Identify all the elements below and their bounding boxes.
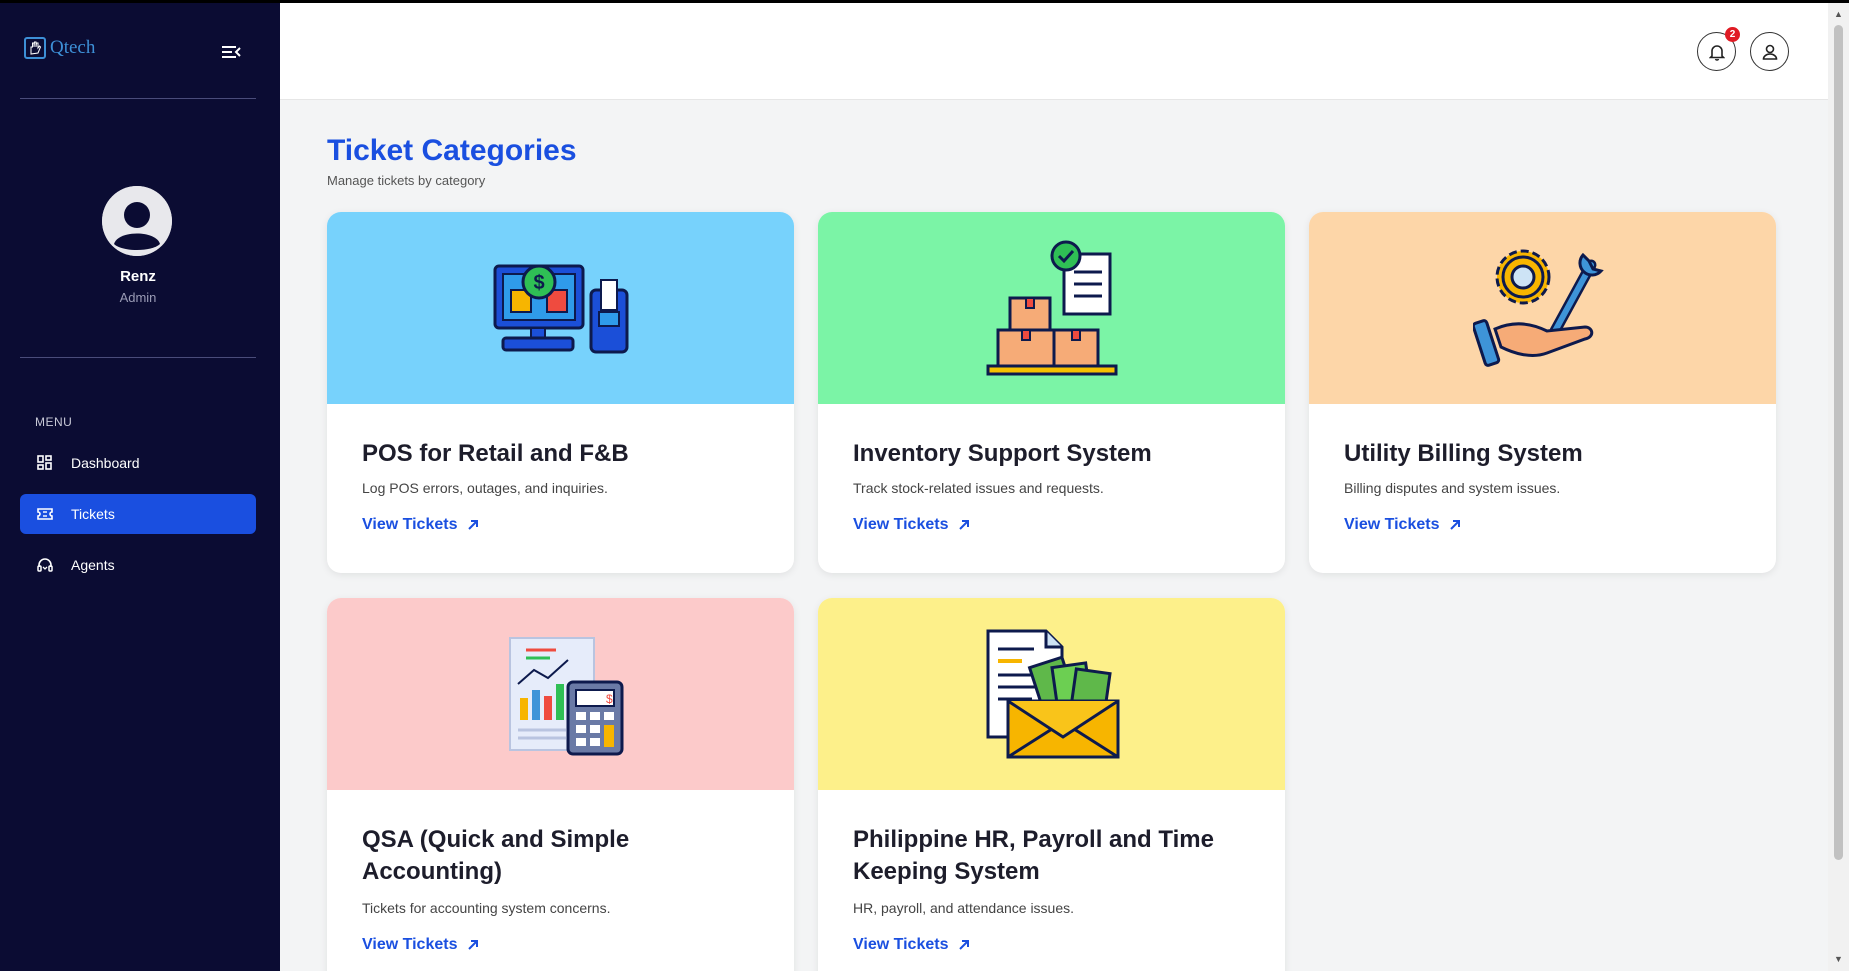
payroll-envelope-icon <box>986 629 1119 758</box>
category-card-inventory[interactable]: Inventory Support System Track stock-rel… <box>818 212 1285 573</box>
view-tickets-link[interactable]: View Tickets <box>853 936 970 954</box>
category-card-qsa[interactable]: $ QSA (Quick and Simple Accounting) Tick… <box>327 598 794 971</box>
arrow-up-right-icon <box>1450 520 1461 530</box>
page-scrollbar[interactable]: ▲ ▼ <box>1828 3 1849 971</box>
top-bar: 2 <box>280 3 1828 100</box>
sidebar-item-label: Tickets <box>71 506 115 522</box>
ticket-icon <box>37 508 53 520</box>
link-label: View Tickets <box>1344 516 1440 533</box>
notifications-button[interactable]: 2 <box>1697 27 1740 71</box>
card-banner <box>1309 212 1776 404</box>
card-description: Billing disputes and system issues. <box>1344 480 1561 496</box>
profile-button[interactable] <box>1750 32 1789 71</box>
card-banner <box>818 212 1285 404</box>
sidebar-item-label: Dashboard <box>71 455 140 471</box>
sidebar-item-agents[interactable]: Agents <box>20 545 256 585</box>
link-label: View Tickets <box>853 516 949 533</box>
arrow-up-right-icon <box>959 520 970 530</box>
link-label: View Tickets <box>362 936 458 953</box>
inventory-boxes-icon <box>986 240 1117 376</box>
sidebar-item-tickets[interactable]: Tickets <box>20 494 256 534</box>
sidebar: Qtech Renz Admin MENU Dashboard Tickets … <box>0 3 280 971</box>
avatar[interactable] <box>102 186 172 256</box>
user-icon <box>1762 44 1777 60</box>
view-tickets-link[interactable]: View Tickets <box>1344 516 1461 534</box>
sidebar-collapse-button[interactable] <box>220 43 244 63</box>
menu-section-label: MENU <box>35 415 73 429</box>
category-card-hr-payroll[interactable]: Philippine HR, Payroll and Time Keeping … <box>818 598 1285 971</box>
card-title: QSA (Quick and Simple Accounting) <box>362 826 630 885</box>
user-name: Renz <box>120 268 156 285</box>
view-tickets-link[interactable]: View Tickets <box>362 936 479 954</box>
page-subtitle: Manage tickets by category <box>327 173 486 188</box>
arrow-up-right-icon <box>959 940 970 950</box>
view-tickets-link[interactable]: View Tickets <box>362 516 479 534</box>
card-banner: $ <box>327 212 794 404</box>
card-banner: $ <box>327 598 794 790</box>
user-role: Admin <box>119 290 157 305</box>
app-logo[interactable]: Qtech <box>24 37 95 59</box>
pos-terminal-icon: $ <box>493 264 628 353</box>
page-title: Ticket Categories <box>327 134 577 167</box>
svg-text:$: $ <box>606 692 613 706</box>
sidebar-item-label: Agents <box>71 557 115 573</box>
scrollbar-thumb[interactable] <box>1834 25 1843 860</box>
card-banner <box>818 598 1285 790</box>
gear-wrench-hand-icon <box>1472 249 1604 367</box>
card-title: Utility Billing System <box>1344 440 1583 467</box>
accounting-calculator-icon: $ <box>508 636 623 755</box>
main-content: Ticket Categories Manage tickets by cate… <box>280 100 1828 971</box>
card-title: Inventory Support System <box>853 440 1152 467</box>
card-description: HR, payroll, and attendance issues. <box>853 900 1075 916</box>
bell-icon <box>1708 44 1725 61</box>
category-card-utility-billing[interactable]: Utility Billing System Billing disputes … <box>1309 212 1776 573</box>
category-card-pos[interactable]: $ POS for Retail and F&B Log POS errors,… <box>327 212 794 573</box>
headset-icon <box>37 558 53 572</box>
link-label: View Tickets <box>853 936 949 953</box>
collapse-menu-icon <box>222 46 241 58</box>
card-title: Philippine HR, Payroll and Time Keeping … <box>853 826 1214 885</box>
card-title: POS for Retail and F&B <box>362 440 629 467</box>
user-avatar-icon <box>102 186 172 256</box>
scroll-down-icon[interactable]: ▼ <box>1833 954 1844 965</box>
view-tickets-link[interactable]: View Tickets <box>853 516 970 534</box>
link-label: View Tickets <box>362 516 458 533</box>
hand-logo-icon <box>24 37 46 59</box>
sidebar-divider <box>20 98 256 99</box>
sidebar-item-dashboard[interactable]: Dashboard <box>20 443 256 483</box>
card-description: Track stock-related issues and requests. <box>853 480 1104 496</box>
arrow-up-right-icon <box>468 940 479 950</box>
notification-count-badge: 2 <box>1725 27 1740 42</box>
svg-text:$: $ <box>533 272 544 294</box>
arrow-up-right-icon <box>468 520 479 530</box>
grid-icon <box>37 455 52 470</box>
sidebar-divider <box>20 357 256 358</box>
card-description: Tickets for accounting system concerns. <box>362 900 611 916</box>
card-description: Log POS errors, outages, and inquiries. <box>362 480 608 496</box>
scroll-up-icon[interactable]: ▲ <box>1833 9 1844 20</box>
logo-text: Qtech <box>50 37 96 58</box>
